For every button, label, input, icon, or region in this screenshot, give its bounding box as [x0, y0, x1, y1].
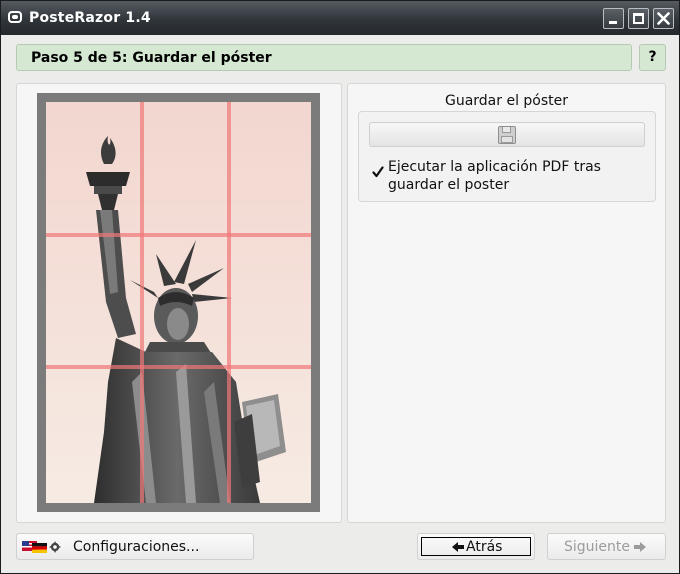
- tile-grid-line: [46, 233, 311, 237]
- app-window: PosteRazor 1.4 Paso 5 de 5: Guardar el p…: [0, 0, 680, 574]
- close-button[interactable]: [653, 8, 674, 29]
- step-title: Paso 5 de 5: Guardar el póster: [31, 50, 272, 66]
- floppy-disk-icon: [498, 126, 516, 144]
- back-button[interactable]: Atrás: [417, 533, 535, 560]
- arrow-right-icon: [634, 542, 646, 552]
- tile-grid-line: [46, 365, 311, 369]
- app-icon[interactable]: [8, 11, 22, 23]
- tile-grid-line: [227, 102, 231, 503]
- next-button[interactable]: Siguiente: [547, 533, 666, 560]
- minimize-button[interactable]: [603, 8, 624, 29]
- arrow-left-icon: [452, 542, 464, 552]
- poster-image: [46, 102, 311, 503]
- next-button-label: Siguiente: [564, 539, 631, 555]
- close-icon: [657, 12, 670, 25]
- launch-pdf-checkbox[interactable]: [372, 166, 384, 178]
- step-header: Paso 5 de 5: Guardar el póster: [16, 44, 632, 71]
- settings-button-label: Configuraciones...: [73, 539, 200, 555]
- title-bar[interactable]: PosteRazor 1.4: [1, 1, 679, 35]
- language-flags-icon: [22, 541, 61, 553]
- tile-grid-line: [140, 102, 144, 503]
- settings-button[interactable]: Configuraciones...: [16, 533, 254, 560]
- maximize-button[interactable]: [628, 8, 649, 29]
- poster-preview: [37, 93, 320, 512]
- statue-of-liberty-image: [46, 102, 311, 503]
- help-button[interactable]: ?: [639, 44, 666, 71]
- window-title: PosteRazor 1.4: [29, 10, 151, 26]
- launch-pdf-label[interactable]: Ejecutar la aplicación PDF tras guardar …: [388, 158, 650, 194]
- save-options-group: Ejecutar la aplicación PDF tras guardar …: [358, 111, 656, 202]
- save-options-panel: Guardar el póster Ejecutar la aplicación…: [347, 83, 666, 523]
- save-poster-button[interactable]: [369, 122, 645, 147]
- save-section-title: Guardar el póster: [444, 93, 569, 109]
- back-button-label: Atrás: [466, 539, 503, 555]
